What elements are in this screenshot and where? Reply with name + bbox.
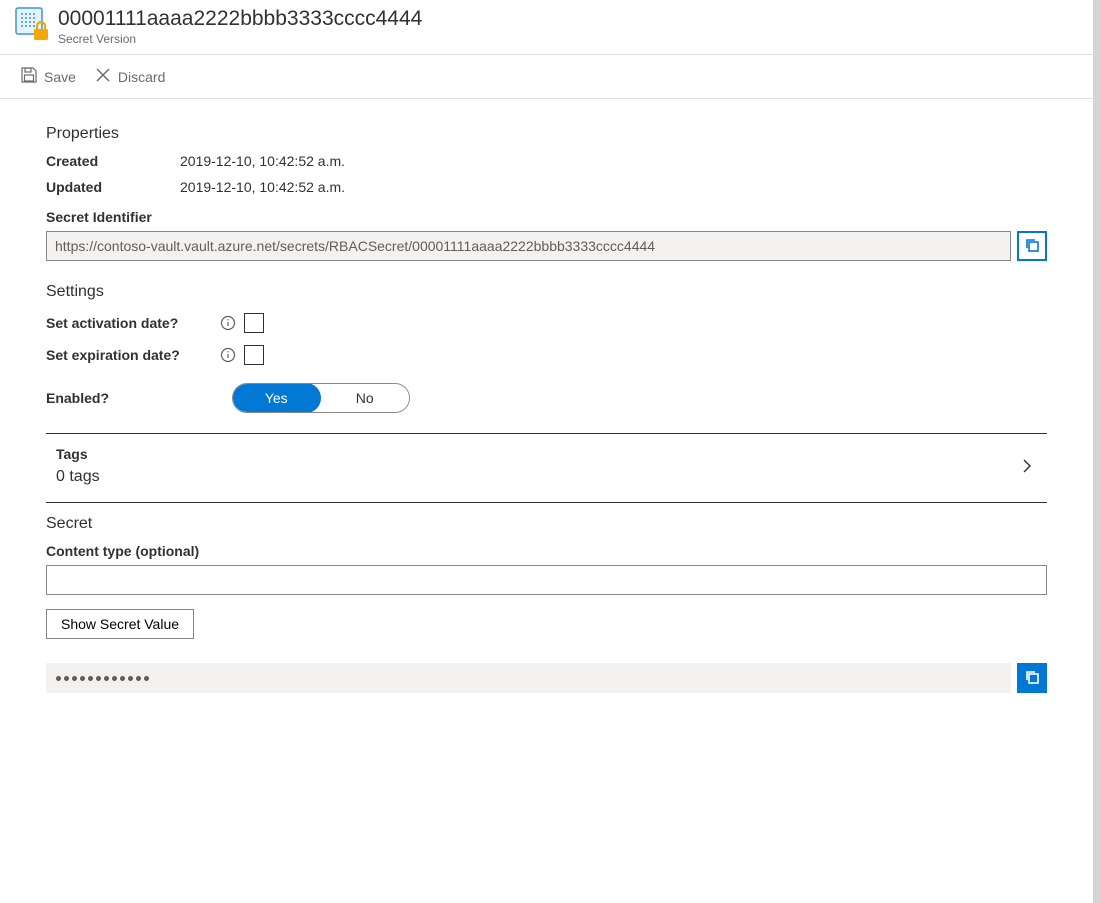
page-header: 00001111aaaa2222bbbb3333cccc4444 Secret …	[0, 0, 1093, 55]
tags-count: 0 tags	[56, 468, 100, 486]
masked-secret-value	[56, 676, 149, 681]
save-icon	[20, 66, 38, 87]
expiration-date-label: Set expiration date?	[46, 347, 212, 363]
command-bar: Save Discard	[0, 55, 1093, 99]
page-title: 00001111aaaa2222bbbb3333cccc4444	[58, 6, 422, 31]
show-secret-value-button[interactable]: Show Secret Value	[46, 609, 194, 639]
expiration-date-checkbox[interactable]	[244, 345, 264, 365]
main-content: Properties Created 2019-12-10, 10:42:52 …	[0, 99, 1093, 719]
content-type-label: Content type (optional)	[46, 543, 1047, 559]
discard-button[interactable]: Discard	[88, 62, 171, 91]
created-value: 2019-12-10, 10:42:52 a.m.	[180, 153, 345, 169]
tags-expander[interactable]: Tags 0 tags	[46, 434, 1047, 502]
enabled-toggle[interactable]: Yes No	[232, 383, 410, 413]
discard-label: Discard	[118, 69, 165, 85]
copy-identifier-button[interactable]	[1017, 231, 1047, 261]
activation-date-checkbox[interactable]	[244, 313, 264, 333]
updated-label: Updated	[46, 179, 180, 195]
secret-identifier-label: Secret Identifier	[46, 209, 1047, 225]
save-button[interactable]: Save	[14, 62, 82, 91]
secret-vault-icon	[14, 6, 48, 40]
enabled-label: Enabled?	[46, 390, 232, 406]
properties-heading: Properties	[46, 125, 1047, 143]
created-row: Created 2019-12-10, 10:42:52 a.m.	[46, 153, 1047, 169]
copy-secret-value-button[interactable]	[1017, 663, 1047, 693]
content-type-input[interactable]	[46, 565, 1047, 595]
copy-icon	[1024, 237, 1040, 256]
enabled-yes-option[interactable]: Yes	[232, 383, 321, 413]
settings-heading: Settings	[46, 283, 1047, 301]
divider	[46, 502, 1047, 503]
info-icon[interactable]	[220, 315, 236, 331]
secret-heading: Secret	[46, 515, 1047, 533]
copy-icon	[1024, 669, 1040, 688]
created-label: Created	[46, 153, 180, 169]
close-icon	[94, 66, 112, 87]
info-icon[interactable]	[220, 347, 236, 363]
tags-title: Tags	[56, 446, 100, 462]
activation-date-label: Set activation date?	[46, 315, 212, 331]
page: 00001111aaaa2222bbbb3333cccc4444 Secret …	[0, 0, 1101, 903]
page-subtitle: Secret Version	[58, 32, 422, 46]
enabled-no-option[interactable]: No	[321, 384, 410, 412]
updated-row: Updated 2019-12-10, 10:42:52 a.m.	[46, 179, 1047, 195]
chevron-right-icon	[1017, 456, 1037, 476]
secret-identifier-input[interactable]	[46, 231, 1011, 261]
updated-value: 2019-12-10, 10:42:52 a.m.	[180, 179, 345, 195]
secret-value-field[interactable]	[46, 663, 1011, 693]
save-label: Save	[44, 69, 76, 85]
